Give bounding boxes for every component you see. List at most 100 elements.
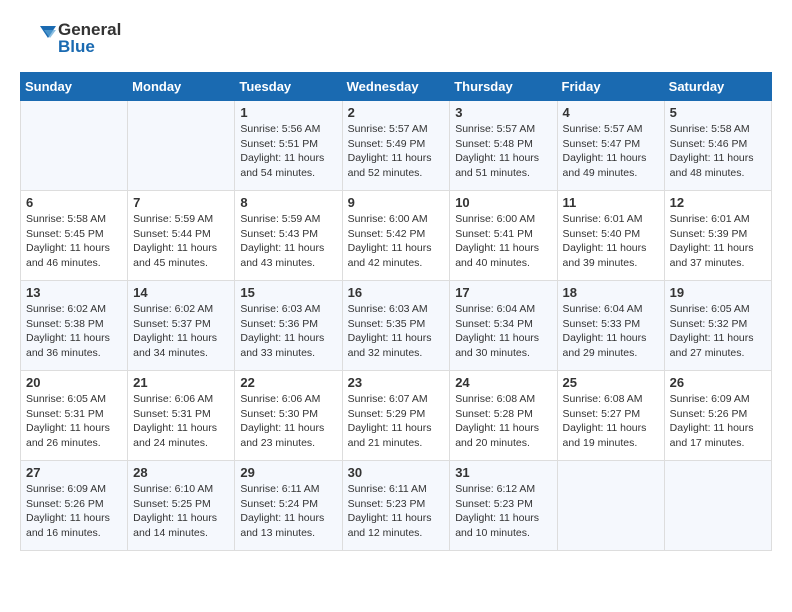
- day-number: 30: [348, 465, 445, 480]
- day-info: Sunrise: 6:02 AMSunset: 5:38 PMDaylight:…: [26, 302, 122, 361]
- day-cell: 12 Sunrise: 6:01 AMSunset: 5:39 PMDayligh…: [664, 191, 771, 281]
- header-tuesday: Tuesday: [235, 73, 342, 101]
- week-row-1: 1 Sunrise: 5:56 AMSunset: 5:51 PMDaylight…: [21, 101, 772, 191]
- day-info: Sunrise: 6:02 AMSunset: 5:37 PMDaylight:…: [133, 302, 229, 361]
- day-cell: 21 Sunrise: 6:06 AMSunset: 5:31 PMDayligh…: [128, 371, 235, 461]
- header-wednesday: Wednesday: [342, 73, 450, 101]
- day-info: Sunrise: 6:01 AMSunset: 5:40 PMDaylight:…: [563, 212, 659, 271]
- header-monday: Monday: [128, 73, 235, 101]
- day-info: Sunrise: 6:07 AMSunset: 5:29 PMDaylight:…: [348, 392, 445, 451]
- day-cell: 18 Sunrise: 6:04 AMSunset: 5:33 PMDayligh…: [557, 281, 664, 371]
- day-info: Sunrise: 5:59 AMSunset: 5:44 PMDaylight:…: [133, 212, 229, 271]
- day-info: Sunrise: 6:11 AMSunset: 5:24 PMDaylight:…: [240, 482, 336, 541]
- day-number: 22: [240, 375, 336, 390]
- day-number: 23: [348, 375, 445, 390]
- day-cell: 14 Sunrise: 6:02 AMSunset: 5:37 PMDayligh…: [128, 281, 235, 371]
- day-number: 13: [26, 285, 122, 300]
- day-info: Sunrise: 6:04 AMSunset: 5:33 PMDaylight:…: [563, 302, 659, 361]
- day-info: Sunrise: 5:57 AMSunset: 5:49 PMDaylight:…: [348, 122, 445, 181]
- day-cell: 22 Sunrise: 6:06 AMSunset: 5:30 PMDayligh…: [235, 371, 342, 461]
- day-number: 21: [133, 375, 229, 390]
- day-info: Sunrise: 5:57 AMSunset: 5:47 PMDaylight:…: [563, 122, 659, 181]
- day-number: 24: [455, 375, 551, 390]
- day-info: Sunrise: 6:09 AMSunset: 5:26 PMDaylight:…: [26, 482, 122, 541]
- calendar-header-row: SundayMondayTuesdayWednesdayThursdayFrid…: [21, 73, 772, 101]
- week-row-4: 20Sunrise: 6:05 AMSunset: 5:31 PMDayligh…: [21, 371, 772, 461]
- day-number: 14: [133, 285, 229, 300]
- day-number: 15: [240, 285, 336, 300]
- day-info: Sunrise: 6:08 AMSunset: 5:27 PMDaylight:…: [563, 392, 659, 451]
- day-number: 18: [563, 285, 659, 300]
- day-info: Sunrise: 6:04 AMSunset: 5:34 PMDaylight:…: [455, 302, 551, 361]
- day-cell: 20Sunrise: 6:05 AMSunset: 5:31 PMDayligh…: [21, 371, 128, 461]
- day-info: Sunrise: 6:03 AMSunset: 5:35 PMDaylight:…: [348, 302, 445, 361]
- day-number: 6: [26, 195, 122, 210]
- day-cell: 29 Sunrise: 6:11 AMSunset: 5:24 PMDayligh…: [235, 461, 342, 551]
- day-number: 7: [133, 195, 229, 210]
- day-info: Sunrise: 6:10 AMSunset: 5:25 PMDaylight:…: [133, 482, 229, 541]
- day-info: Sunrise: 5:57 AMSunset: 5:48 PMDaylight:…: [455, 122, 551, 181]
- day-number: 3: [455, 105, 551, 120]
- day-info: Sunrise: 6:06 AMSunset: 5:30 PMDaylight:…: [240, 392, 336, 451]
- day-info: Sunrise: 6:11 AMSunset: 5:23 PMDaylight:…: [348, 482, 445, 541]
- day-cell: 9 Sunrise: 6:00 AMSunset: 5:42 PMDaylight…: [342, 191, 450, 281]
- day-number: 12: [670, 195, 766, 210]
- day-info: Sunrise: 6:09 AMSunset: 5:26 PMDaylight:…: [670, 392, 766, 451]
- day-info: Sunrise: 6:12 AMSunset: 5:23 PMDaylight:…: [455, 482, 551, 541]
- day-number: 27: [26, 465, 122, 480]
- header-thursday: Thursday: [450, 73, 557, 101]
- logo-bird-icon: [20, 20, 56, 56]
- header-saturday: Saturday: [664, 73, 771, 101]
- day-number: 5: [670, 105, 766, 120]
- day-cell: 30 Sunrise: 6:11 AMSunset: 5:23 PMDayligh…: [342, 461, 450, 551]
- day-cell: 23 Sunrise: 6:07 AMSunset: 5:29 PMDayligh…: [342, 371, 450, 461]
- day-number: 25: [563, 375, 659, 390]
- day-number: 29: [240, 465, 336, 480]
- logo-container: General Blue: [20, 20, 121, 56]
- week-row-5: 27 Sunrise: 6:09 AMSunset: 5:26 PMDayligh…: [21, 461, 772, 551]
- day-cell: 26 Sunrise: 6:09 AMSunset: 5:26 PMDayligh…: [664, 371, 771, 461]
- day-cell: 19 Sunrise: 6:05 AMSunset: 5:32 PMDayligh…: [664, 281, 771, 371]
- day-cell: 13 Sunrise: 6:02 AMSunset: 5:38 PMDayligh…: [21, 281, 128, 371]
- header-friday: Friday: [557, 73, 664, 101]
- day-cell: 24 Sunrise: 6:08 AMSunset: 5:28 PMDayligh…: [450, 371, 557, 461]
- day-cell: 27 Sunrise: 6:09 AMSunset: 5:26 PMDayligh…: [21, 461, 128, 551]
- logo: General Blue: [20, 20, 121, 56]
- day-info: Sunrise: 5:58 AMSunset: 5:46 PMDaylight:…: [670, 122, 766, 181]
- day-number: 17: [455, 285, 551, 300]
- day-cell: 6 Sunrise: 5:58 AMSunset: 5:45 PMDaylight…: [21, 191, 128, 281]
- day-number: 28: [133, 465, 229, 480]
- day-cell: 1 Sunrise: 5:56 AMSunset: 5:51 PMDaylight…: [235, 101, 342, 191]
- day-number: 8: [240, 195, 336, 210]
- day-cell: 5 Sunrise: 5:58 AMSunset: 5:46 PMDaylight…: [664, 101, 771, 191]
- day-info: Sunrise: 6:03 AMSunset: 5:36 PMDaylight:…: [240, 302, 336, 361]
- day-number: 4: [563, 105, 659, 120]
- day-cell: 8Sunrise: 5:59 AMSunset: 5:43 PMDaylight…: [235, 191, 342, 281]
- logo-blue: Blue: [58, 37, 95, 56]
- day-number: 19: [670, 285, 766, 300]
- day-info: Sunrise: 6:00 AMSunset: 5:42 PMDaylight:…: [348, 212, 445, 271]
- day-cell: 17 Sunrise: 6:04 AMSunset: 5:34 PMDayligh…: [450, 281, 557, 371]
- day-info: Sunrise: 6:08 AMSunset: 5:28 PMDaylight:…: [455, 392, 551, 451]
- day-cell: 15 Sunrise: 6:03 AMSunset: 5:36 PMDayligh…: [235, 281, 342, 371]
- day-cell: 3 Sunrise: 5:57 AMSunset: 5:48 PMDaylight…: [450, 101, 557, 191]
- day-number: 1: [240, 105, 336, 120]
- day-cell: [664, 461, 771, 551]
- day-info: Sunrise: 6:05 AMSunset: 5:32 PMDaylight:…: [670, 302, 766, 361]
- header-sunday: Sunday: [21, 73, 128, 101]
- day-cell: 10Sunrise: 6:00 AMSunset: 5:41 PMDayligh…: [450, 191, 557, 281]
- day-number: 31: [455, 465, 551, 480]
- day-cell: 25 Sunrise: 6:08 AMSunset: 5:27 PMDayligh…: [557, 371, 664, 461]
- day-number: 16: [348, 285, 445, 300]
- day-info: Sunrise: 5:56 AMSunset: 5:51 PMDaylight:…: [240, 122, 336, 181]
- day-info: Sunrise: 6:01 AMSunset: 5:39 PMDaylight:…: [670, 212, 766, 271]
- week-row-2: 6 Sunrise: 5:58 AMSunset: 5:45 PMDaylight…: [21, 191, 772, 281]
- day-cell: 31 Sunrise: 6:12 AMSunset: 5:23 PMDayligh…: [450, 461, 557, 551]
- day-info: Sunrise: 6:06 AMSunset: 5:31 PMDaylight:…: [133, 392, 229, 451]
- day-number: 9: [348, 195, 445, 210]
- day-cell: 2Sunrise: 5:57 AMSunset: 5:49 PMDaylight…: [342, 101, 450, 191]
- day-number: 26: [670, 375, 766, 390]
- day-info: Sunrise: 6:05 AMSunset: 5:31 PMDaylight:…: [26, 392, 122, 451]
- day-info: Sunrise: 5:58 AMSunset: 5:45 PMDaylight:…: [26, 212, 122, 271]
- page-header: General Blue: [20, 20, 772, 56]
